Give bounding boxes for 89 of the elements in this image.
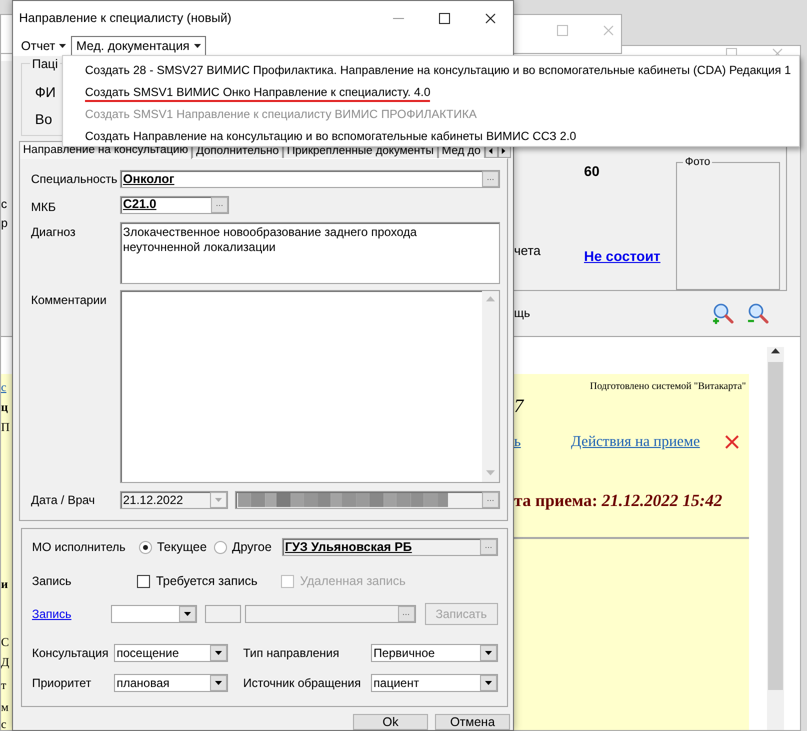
radio-option[interactable]: Другое [214,540,282,554]
window-title: Направление к специалисту (новый) [18,11,232,26]
select-field[interactable]: посещение [114,644,228,662]
partial-label: щь [514,306,532,321]
group-title: Паці [30,57,60,72]
actions-link[interactable]: Действия на приеме [571,432,700,451]
field-label: Источник обращения [243,676,362,690]
menu-item: Создать SMSV1 Направление к специалисту ВИМИС ПРОФИЛАКТИКА [63,102,799,124]
field-label: Диагноз [31,224,77,242]
caret-icon [215,680,222,686]
browse-button[interactable]: ... [480,539,497,555]
menu-item[interactable]: Отчет [16,36,72,56]
field-label: Приоритет [32,676,92,690]
partial-text: т [1,679,6,691]
zoom-in-icon[interactable] [711,302,735,324]
record-link[interactable]: Запись [32,606,112,622]
maximize-icon[interactable] [438,13,450,24]
dropdown-button[interactable] [480,645,497,661]
field-label: Специальность [31,172,118,186]
partial-link[interactable]: с [1,381,6,393]
caret-icon [59,42,66,50]
menu-item[interactable]: Создать SMSV1 ВИМИС Онко Направление к специалисту. 4.0 [63,80,799,102]
field-label: МКБ [31,199,57,214]
caret-icon [215,650,222,656]
dropdown-button[interactable] [178,606,196,622]
partial-link[interactable]: ь [514,432,571,451]
field-label: Консультация [32,646,110,660]
partial-text: и [1,578,8,590]
partial-text: ц [1,401,8,413]
field-label: ФИ [35,84,56,102]
credit-text: Подготовлено системой "Витакарта" [588,381,746,393]
checkbox-option[interactable]: Требуется запись [137,574,281,588]
menu-item[interactable]: Мед. документация [71,36,206,56]
dialog-button[interactable]: Ok [353,714,428,730]
dropdown-button[interactable] [210,675,228,691]
radio-option[interactable]: Текущее [139,540,214,554]
partial-text: р [1,217,8,229]
select-field[interactable]: плановая [114,674,228,692]
scrollbar[interactable] [767,347,784,730]
delete-icon[interactable] [725,434,739,449]
dropdown-button[interactable] [480,675,497,691]
browse-button[interactable]: ... [398,606,415,622]
small-field[interactable] [204,605,241,623]
field-label: МО исполнитель [32,540,126,554]
browse-button[interactable]: ... [482,171,499,187]
select-field[interactable]: пациент [370,674,498,692]
checkbox-option: Удаленная запись [281,574,406,588]
caret-icon [215,496,222,504]
close-icon[interactable] [484,13,496,24]
field-label: Во [35,111,52,129]
partial-text: Д [1,656,10,668]
caret-icon [484,680,492,686]
partial-text: с [1,718,6,730]
comments-field[interactable] [120,290,500,484]
field-label: Комментарии [31,292,108,310]
select-field[interactable]: Первичное [370,644,498,662]
text-field[interactable]: ... [244,605,416,623]
menu-item[interactable]: Создать 28 - SMSV27 ВИМИС Профилактика. Направление на консультацию и во вспомогательные кабинеты (CDA) Редакция 1 [63,58,799,80]
field-label: Дата / Врач [31,493,96,508]
record-button: Записать [424,603,498,625]
scrollbar[interactable] [482,291,499,482]
caret-icon [771,347,780,356]
caret-icon [194,42,201,50]
partial-label: чета [514,243,542,259]
visit-date-text: та приема: 21.12.2022 15:42 [514,490,724,512]
dialog-button[interactable]: Отмена [435,714,510,730]
partial-text: м [1,701,9,713]
partial-text: П [1,421,10,433]
specialty-field[interactable]: Онколог ... [120,170,500,188]
partial-text: С [1,636,10,648]
caret-icon [486,295,495,304]
caret-icon [484,650,492,656]
scroll-thumb[interactable] [768,362,783,690]
browse-button[interactable]: ... [482,492,499,508]
dropdown-button[interactable] [210,645,228,661]
partial-text: с [1,198,7,210]
field-label: Запись [32,574,72,588]
select-field[interactable] [111,605,197,623]
organization-field[interactable]: ГУЗ Ульяновская РБ ... [282,538,498,556]
partial-number: 7 [514,396,524,419]
status-link[interactable]: Не состоит [584,248,660,265]
zoom-out-icon[interactable] [746,302,770,324]
caret-icon [184,610,191,618]
date-field[interactable]: 21.12.2022 [120,491,228,510]
browse-button[interactable]: ... [211,196,228,213]
value-text: 60 [584,163,601,180]
code-field[interactable]: C21.0 ... [120,196,229,214]
field-label: Тип направления [243,646,340,660]
diagnosis-field[interactable]: Злокачественное новообразование заднего прохода неуточненной локализации [120,222,500,284]
